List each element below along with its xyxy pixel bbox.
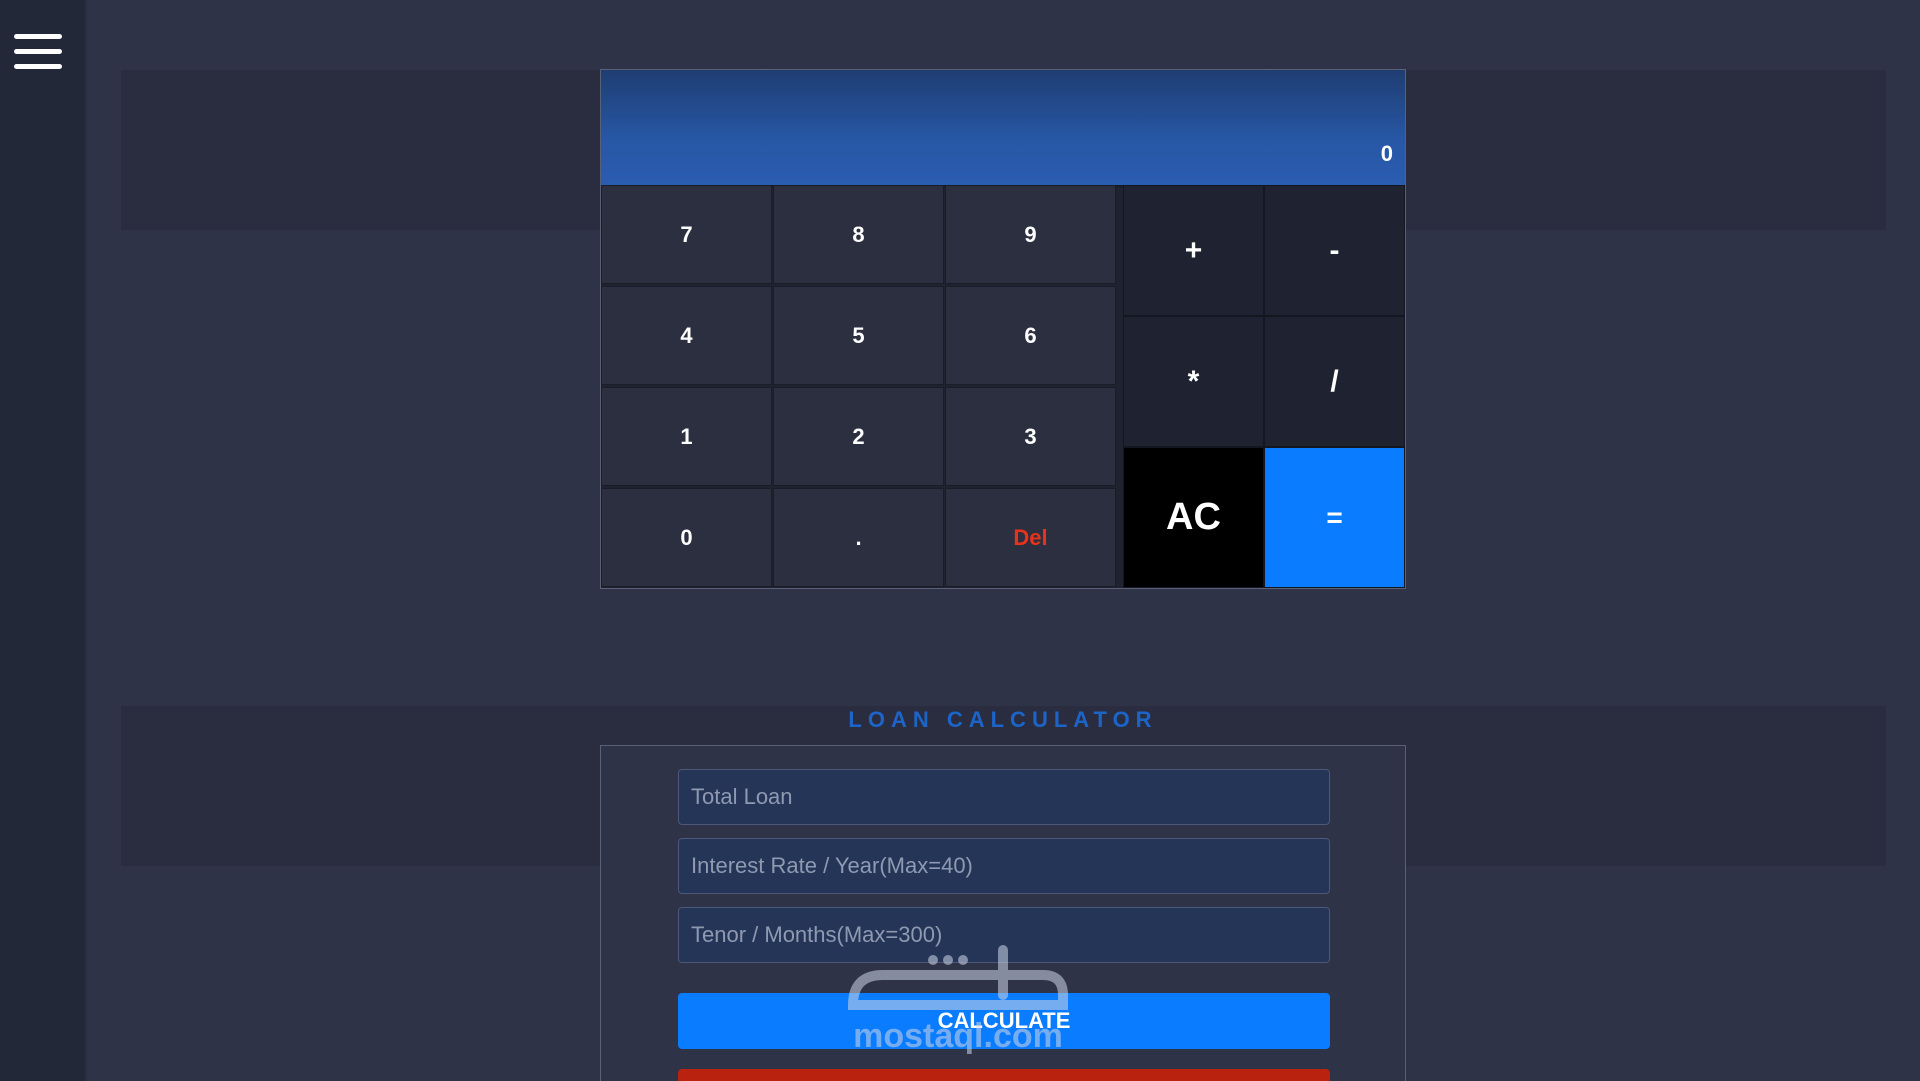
minus-button[interactable]: - [1264,185,1405,316]
key-5[interactable]: 5 [773,286,944,385]
reset-button[interactable] [678,1069,1330,1081]
key-6[interactable]: 6 [945,286,1116,385]
menu-line [14,34,62,39]
menu-line [14,64,62,69]
loan-form: CALCULATE [600,745,1406,1081]
key-8[interactable]: 8 [773,185,944,284]
key-1[interactable]: 1 [601,387,772,486]
key-3[interactable]: 3 [945,387,1116,486]
interest-rate-input[interactable] [678,838,1330,894]
total-loan-input[interactable] [678,769,1330,825]
equals-button[interactable]: = [1264,447,1405,588]
loan-calculator-title: LOAN CALCULATOR [848,707,1158,732]
calculator-display: 0 [601,70,1405,187]
key-decimal[interactable]: . [773,488,944,587]
multiply-button[interactable]: * [1123,316,1264,447]
divide-button[interactable]: / [1264,316,1405,447]
delete-button[interactable]: Del [945,488,1116,587]
key-4[interactable]: 4 [601,286,772,385]
hamburger-menu-icon[interactable] [14,34,62,70]
calculate-button[interactable]: CALCULATE [678,993,1330,1049]
page: 0 7 8 9 4 5 6 1 2 3 0 . Del + - * / AC =… [0,0,1920,1081]
menu-line [14,49,62,54]
plus-button[interactable]: + [1123,185,1264,316]
key-7[interactable]: 7 [601,185,772,284]
key-2[interactable]: 2 [773,387,944,486]
key-0[interactable]: 0 [601,488,772,587]
display-value: 0 [1380,141,1393,166]
calculator: 0 7 8 9 4 5 6 1 2 3 0 . Del + - * / AC = [600,69,1406,589]
key-9[interactable]: 9 [945,185,1116,284]
tenor-input[interactable] [678,907,1330,963]
all-clear-button[interactable]: AC [1123,447,1264,588]
sidebar [0,0,85,1081]
